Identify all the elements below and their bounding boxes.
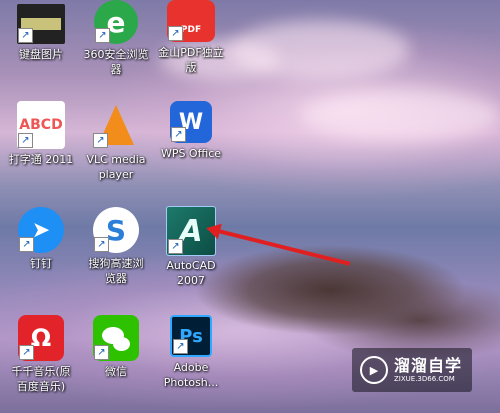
- qianqian-music-icon: Ω ↗: [18, 315, 64, 361]
- dingtalk-icon: ➤ ↗: [18, 207, 64, 253]
- shortcut-arrow-icon: ↗: [18, 28, 33, 43]
- desktop-icon-keyboard-images[interactable]: ↗ 键盘图片: [1, 0, 81, 62]
- shortcut-arrow-icon: ↗: [171, 127, 186, 142]
- desktop-icon-wps-office[interactable]: W ↗ WPS Office: [151, 101, 231, 161]
- icon-label: 打字通 2011: [8, 153, 74, 166]
- play-logo-icon: ▶: [360, 356, 388, 384]
- watermark-title: 溜溜自学: [394, 355, 463, 375]
- desktop-icon-dingtalk[interactable]: ➤ ↗ 钉钉: [1, 207, 81, 271]
- typing-tutor-icon: ABCD ↗: [17, 101, 65, 149]
- watermark: ▶ 溜溜自学 ZIXUE.3D66.COM: [352, 348, 472, 392]
- abcd-letters: ABCD: [19, 117, 63, 133]
- shortcut-arrow-icon: ↗: [19, 345, 34, 360]
- desktop-icon-360-browser[interactable]: e ↗ 360安全浏览 器: [76, 0, 156, 77]
- desktop-background: ↗ 键盘图片 e ↗ 360安全浏览 器 PDF ↗ 金山PDF独立 版 ABC…: [0, 0, 500, 413]
- pdf-badge: PDF: [180, 25, 202, 35]
- shortcut-arrow-icon: ↗: [93, 133, 108, 148]
- icon-label: 搜狗高速浏 览器: [88, 257, 144, 285]
- icon-label: 金山PDF独立 版: [158, 46, 224, 74]
- desktop-icon-autocad[interactable]: A ↗ AutoCAD 2007: [151, 206, 231, 288]
- icon-label: VLC media player: [86, 153, 146, 181]
- wechat-icon: ↗: [93, 315, 139, 361]
- desktop-icon-vlc[interactable]: ↗ VLC media player: [76, 101, 156, 182]
- dingtalk-wing-glyph: ➤: [31, 217, 51, 243]
- kingsoft-pdf-icon: PDF ↗: [167, 0, 215, 42]
- shortcut-arrow-icon: ↗: [168, 26, 183, 41]
- icon-label: 键盘图片: [19, 48, 63, 61]
- desktop-icon-wechat[interactable]: ↗ 微信: [76, 315, 156, 379]
- annotation-red-arrow: [213, 228, 351, 266]
- shortcut-arrow-icon: ↗: [19, 237, 34, 252]
- shortcut-arrow-icon: ↗: [94, 237, 109, 252]
- icon-label: AutoCAD 2007: [166, 259, 216, 287]
- watermark-url: ZIXUE.3D66.COM: [394, 374, 455, 383]
- icon-label: 钉钉: [30, 257, 52, 270]
- keyboard-image-icon: ↗: [17, 4, 65, 44]
- shortcut-arrow-icon: ↗: [173, 339, 188, 354]
- icon-label: WPS Office: [160, 147, 222, 160]
- 360-browser-icon: e ↗: [94, 0, 138, 44]
- wps-office-icon: W ↗: [170, 101, 212, 143]
- icon-label: 360安全浏览 器: [83, 48, 149, 76]
- vlc-icon: ↗: [92, 101, 140, 149]
- icon-label: 微信: [105, 365, 127, 378]
- desktop-icon-sogou-browser[interactable]: S ↗ 搜狗高速浏 览器: [76, 207, 156, 286]
- desktop-icon-qianqian-music[interactable]: Ω ↗ 千千音乐(原 百度音乐): [1, 315, 81, 394]
- photoshop-icon: Ps ↗: [170, 315, 212, 357]
- desktop-icon-photoshop[interactable]: Ps ↗ Adobe Photosh...: [151, 315, 231, 390]
- shortcut-arrow-icon: ↗: [168, 239, 183, 254]
- desktop-icon-kingsoft-pdf[interactable]: PDF ↗ 金山PDF独立 版: [151, 0, 231, 75]
- icon-label: Adobe Photosh...: [163, 361, 219, 389]
- desktop-icon-typing-tutor[interactable]: ABCD ↗ 打字通 2011: [1, 101, 81, 167]
- shortcut-arrow-icon: ↗: [94, 345, 109, 360]
- sogou-browser-icon: S ↗: [93, 207, 139, 253]
- shortcut-arrow-icon: ↗: [95, 28, 110, 43]
- shortcut-arrow-icon: ↗: [18, 133, 33, 148]
- cloud: [300, 90, 500, 140]
- watermark-text: 溜溜自学 ZIXUE.3D66.COM: [394, 355, 463, 384]
- chat-bubble-small: [113, 337, 130, 351]
- icon-label: 千千音乐(原 百度音乐): [11, 365, 71, 393]
